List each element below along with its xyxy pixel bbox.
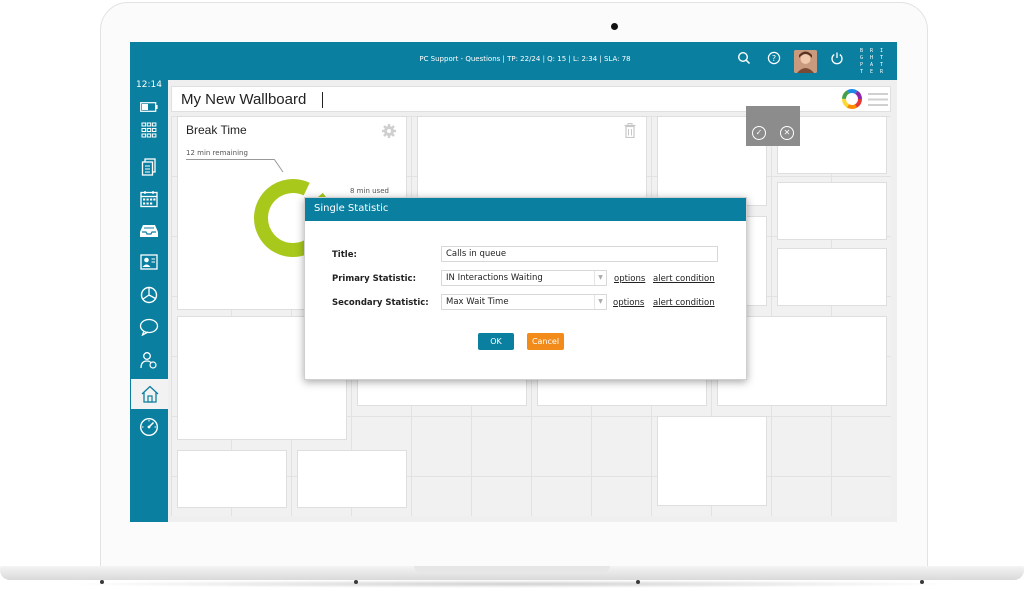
secondary-options-link[interactable]: options bbox=[613, 298, 644, 308]
calendar-icon[interactable] bbox=[136, 187, 162, 211]
chat-icon[interactable] bbox=[136, 315, 162, 339]
pie-chart-icon[interactable] bbox=[136, 283, 162, 307]
text-caret bbox=[322, 92, 323, 108]
laptop-foot bbox=[636, 580, 640, 584]
widget-title: Break Time bbox=[186, 123, 247, 137]
chevron-down-icon: ▼ bbox=[594, 271, 606, 285]
battery-icon bbox=[136, 95, 162, 119]
menu-icon[interactable] bbox=[868, 92, 888, 111]
gear-icon[interactable] bbox=[381, 123, 397, 143]
dialog-header: Single Statistic bbox=[305, 198, 746, 221]
secondary-alert-condition-link[interactable]: alert condition bbox=[653, 298, 715, 308]
laptop-notch bbox=[414, 566, 610, 572]
empty-widget[interactable] bbox=[297, 450, 407, 508]
laptop-foot bbox=[354, 580, 358, 584]
primary-statistic-select[interactable]: IN Interactions Waiting ▼ bbox=[441, 270, 607, 286]
brand-logo: B R I G H T P A T T E R N bbox=[860, 47, 893, 80]
documents-icon[interactable] bbox=[136, 155, 162, 179]
laptop-foot bbox=[920, 580, 924, 584]
empty-widget[interactable] bbox=[777, 182, 887, 240]
sidebar: 12:14 bbox=[130, 80, 168, 522]
title-field-label: Title: bbox=[332, 250, 357, 260]
queue-status-info: PC Support - Questions | TP: 22/24 | Q: … bbox=[419, 55, 631, 63]
primary-options-link[interactable]: options bbox=[614, 274, 645, 284]
close-icon[interactable]: ✕ bbox=[780, 126, 794, 140]
empty-widget[interactable] bbox=[777, 248, 887, 306]
color-wheel-icon[interactable] bbox=[842, 89, 862, 113]
trash-icon[interactable] bbox=[624, 123, 636, 142]
top-bar: PC Support - Questions | TP: 22/24 | Q: … bbox=[130, 42, 897, 80]
primary-statistic-label: Primary Statistic: bbox=[332, 274, 416, 284]
inbox-icon[interactable] bbox=[136, 219, 162, 243]
home-icon[interactable] bbox=[131, 379, 168, 409]
search-icon[interactable] bbox=[734, 51, 754, 71]
svg-text:?: ? bbox=[772, 54, 776, 63]
title-input[interactable]: Calls in queue bbox=[441, 246, 718, 262]
camera bbox=[611, 23, 618, 30]
chevron-down-icon: ▼ bbox=[594, 295, 606, 309]
laptop-mockup: PC Support - Questions | TP: 22/24 | Q: … bbox=[0, 0, 1024, 591]
secondary-statistic-label: Secondary Statistic: bbox=[332, 298, 429, 308]
base-shadow bbox=[60, 580, 964, 588]
agent-icon[interactable] bbox=[136, 348, 162, 372]
single-statistic-dialog: Single Statistic Title: Calls in queue P… bbox=[304, 197, 747, 380]
svg-text:G H T: G H T bbox=[860, 55, 885, 61]
svg-text:T E R N: T E R N bbox=[860, 69, 890, 75]
empty-widget[interactable] bbox=[177, 450, 287, 508]
cancel-button[interactable]: Cancel bbox=[527, 333, 564, 350]
check-icon[interactable]: ✓ bbox=[752, 126, 766, 140]
leader-connector bbox=[274, 159, 284, 173]
dashboard-icon[interactable] bbox=[136, 415, 162, 439]
empty-widget[interactable] bbox=[657, 416, 767, 506]
power-icon[interactable] bbox=[827, 51, 847, 71]
contact-card-icon[interactable] bbox=[136, 250, 162, 274]
clock: 12:14 bbox=[136, 80, 162, 90]
dialpad-icon[interactable] bbox=[136, 118, 162, 142]
secondary-statistic-value: Max Wait Time bbox=[446, 297, 509, 307]
remaining-label: 12 min remaining bbox=[186, 149, 248, 157]
used-label: 8 min used bbox=[350, 187, 389, 195]
secondary-statistic-select[interactable]: Max Wait Time ▼ bbox=[441, 294, 607, 310]
laptop-foot bbox=[100, 580, 104, 584]
leader-line bbox=[186, 159, 274, 160]
svg-text:B R I: B R I bbox=[860, 48, 885, 54]
primary-statistic-value: IN Interactions Waiting bbox=[446, 273, 543, 283]
ok-button[interactable]: OK bbox=[478, 333, 514, 350]
empty-widget[interactable] bbox=[417, 116, 647, 206]
edit-confirm-box: ✓ ✕ bbox=[746, 106, 800, 146]
help-icon[interactable]: ? bbox=[764, 51, 784, 71]
primary-alert-condition-link[interactable]: alert condition bbox=[653, 274, 715, 284]
dialog-title: Single Statistic bbox=[314, 203, 389, 214]
avatar[interactable] bbox=[794, 50, 817, 73]
svg-text:P A T: P A T bbox=[860, 62, 885, 68]
wallboard-title-input[interactable]: My New Wallboard bbox=[181, 91, 306, 108]
